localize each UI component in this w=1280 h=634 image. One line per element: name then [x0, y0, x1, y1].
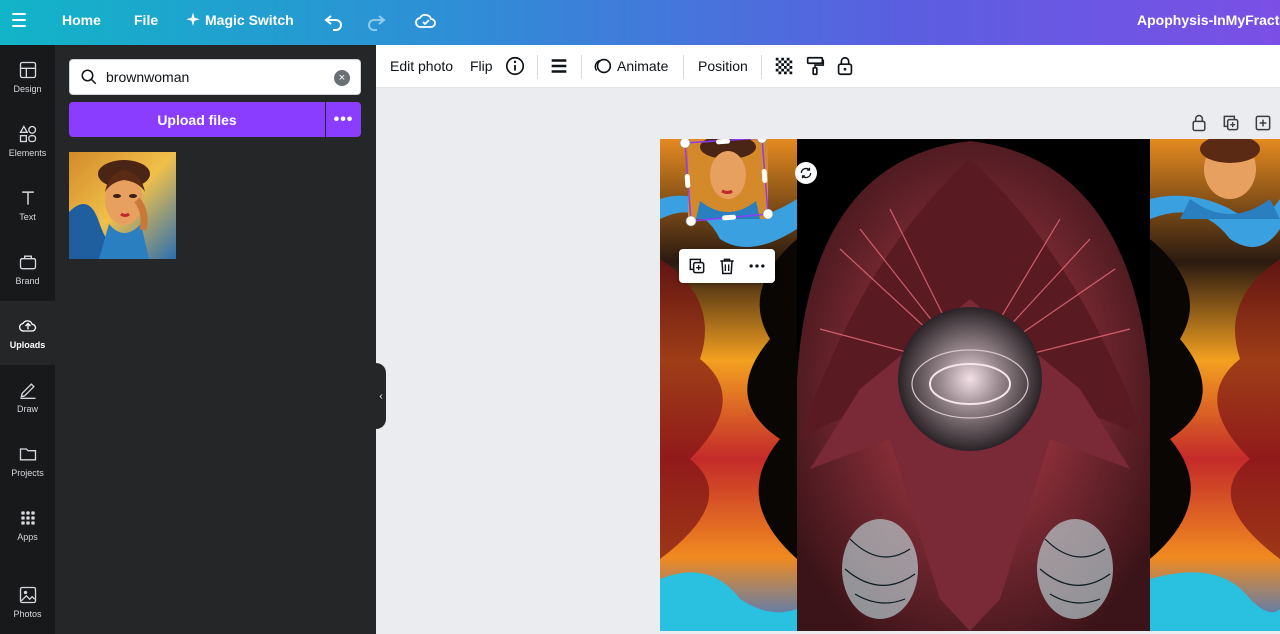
draw-pen-icon [19, 383, 35, 399]
position-button[interactable]: Position [698, 58, 748, 74]
search-icon [81, 69, 97, 85]
left-rail: Design Elements Text Brand Uploads Draw … [0, 45, 55, 634]
rail-item-design[interactable]: Design [0, 45, 55, 109]
cloud-upload-icon [18, 320, 36, 332]
cloud-saved-icon[interactable] [414, 9, 438, 33]
design-canvas[interactable] [660, 139, 1280, 631]
rail-label: Design [13, 84, 42, 94]
rail-label: Apps [17, 532, 38, 542]
rotate-handle-icon[interactable] [795, 162, 817, 184]
element-context-menu [679, 249, 775, 283]
upload-files-button[interactable]: Upload files [69, 102, 325, 137]
uploads-panel: × Upload files ••• [55, 45, 376, 634]
border-style-icon[interactable] [548, 55, 570, 77]
lock-page-icon[interactable] [1189, 113, 1209, 133]
rail-label: Projects [11, 468, 44, 478]
more-options-icon[interactable] [747, 256, 767, 276]
rail-item-apps[interactable]: Apps [0, 493, 55, 557]
rail-item-projects[interactable]: Projects [0, 429, 55, 493]
text-t-icon [21, 191, 34, 205]
copy-style-paint-roller-icon[interactable] [804, 55, 826, 77]
woman-portrait-image [69, 152, 176, 259]
info-icon[interactable] [504, 55, 526, 77]
duplicate-icon[interactable] [687, 256, 707, 276]
search-input[interactable] [106, 69, 326, 85]
duplicate-page-icon[interactable] [1221, 113, 1241, 133]
transparency-checker-icon[interactable] [773, 55, 795, 77]
magic-switch-button[interactable]: Magic Switch [205, 12, 294, 28]
animate-button[interactable]: Animate [617, 58, 668, 74]
top-bar: Home File Magic Switch Apophysis-InMyFra… [0, 0, 1280, 45]
rail-label: Draw [16, 404, 38, 414]
add-page-icon[interactable] [1253, 113, 1273, 133]
redo-icon[interactable] [364, 9, 388, 33]
design-layout-icon [19, 61, 36, 79]
rail-label: Elements [8, 148, 47, 158]
clear-search-icon[interactable]: × [334, 70, 350, 86]
toolbar-divider [537, 55, 538, 79]
rail-item-brand[interactable]: Brand [0, 237, 55, 301]
photos-image-icon [19, 586, 36, 604]
rail-label: Photos [13, 609, 42, 619]
rail-item-uploads[interactable]: Uploads [0, 301, 55, 365]
apps-grid-icon [20, 511, 35, 525]
document-title[interactable]: Apophysis-InMyFractalU [1137, 12, 1280, 28]
lock-icon[interactable] [834, 55, 856, 77]
search-box: × [69, 59, 361, 95]
context-toolbar: Edit photo Flip Animate Position [376, 45, 1280, 88]
file-menu-button[interactable]: File [134, 12, 158, 28]
rail-item-photos[interactable]: Photos [0, 570, 55, 634]
trash-delete-icon[interactable] [717, 256, 737, 276]
toolbar-divider [581, 55, 582, 79]
rail-label: Brand [15, 276, 40, 286]
flip-button[interactable]: Flip [470, 58, 493, 74]
rail-item-draw[interactable]: Draw [0, 365, 55, 429]
magic-sparkle-icon [186, 12, 200, 26]
rail-item-text[interactable]: Text [0, 173, 55, 237]
fractal-artwork-image [660, 139, 1280, 631]
rail-label: Uploads [9, 340, 46, 350]
upload-more-options-button[interactable]: ••• [326, 102, 361, 137]
hamburger-menu-icon[interactable] [12, 9, 34, 31]
rail-item-elements[interactable]: Elements [0, 109, 55, 173]
undo-icon[interactable] [322, 9, 346, 33]
folder-icon [19, 448, 36, 461]
toolbar-divider [761, 55, 762, 79]
edit-photo-button[interactable]: Edit photo [390, 58, 453, 74]
collapse-panel-chevron-icon[interactable]: ‹ [376, 363, 386, 429]
uploaded-image-thumbnail[interactable] [69, 152, 176, 259]
rail-label: Text [19, 212, 36, 222]
animate-icon[interactable] [592, 55, 614, 77]
elements-shapes-icon [18, 125, 36, 143]
home-button[interactable]: Home [62, 12, 101, 28]
toolbar-divider [683, 55, 684, 79]
brand-kit-icon [19, 255, 36, 270]
